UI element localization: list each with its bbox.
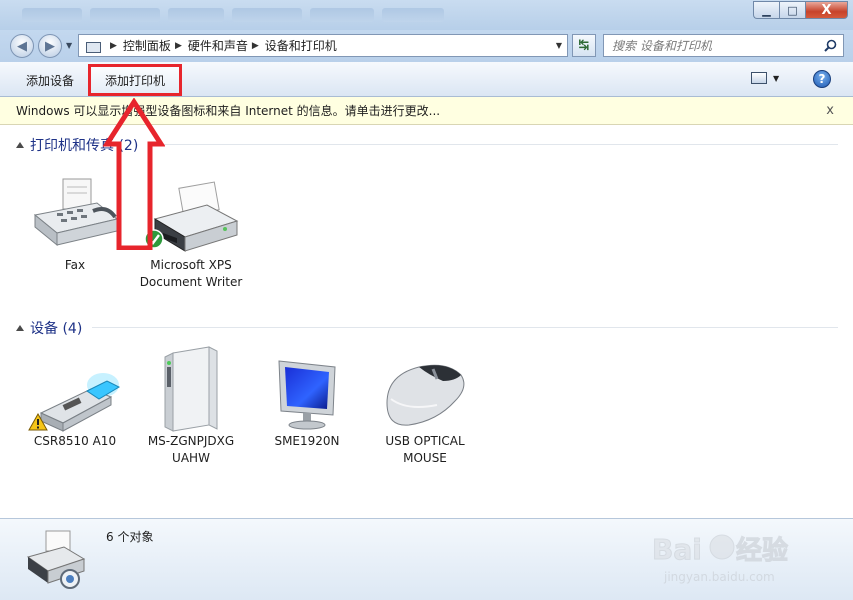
chevron-right-icon[interactable]: ▶ [110,41,117,51]
collapse-triangle-icon[interactable] [16,142,24,148]
svg-text:Bai: Bai [652,533,702,566]
breadcrumb-devices-printers[interactable]: 设备和打印机 [265,37,337,54]
forward-button[interactable]: ▶ [38,34,62,58]
control-panel-icon [85,39,101,53]
device-label: Fax [64,258,86,272]
taskbar-ghost [22,8,482,24]
search-icon[interactable] [824,39,837,52]
address-dropdown-icon[interactable]: ▼ [556,41,562,50]
group-header-devices[interactable]: 设备 (4) [16,318,82,338]
breadcrumb-control-panel[interactable]: 控制面板 [123,37,171,54]
help-button[interactable]: ? [813,70,831,88]
warning-icon [28,413,48,431]
minimize-button[interactable]: ▁ [753,1,779,19]
chevron-down-icon: ▼ [773,73,780,83]
search-input[interactable] [612,38,817,53]
add-printer-button[interactable]: 添加打印机 [88,64,183,96]
device-item-csr8510[interactable]: CSR8510 A10 [20,351,130,450]
chevron-right-icon[interactable]: ▶ [175,41,182,51]
details-printer-icon [26,530,86,589]
device-label: SME1920N [274,434,340,448]
details-pane: 6 个对象 Bai 经验 jingyan.baidu.com [0,518,853,600]
close-icon[interactable]: x [826,103,834,118]
view-icon [751,72,767,84]
mouse-icon [386,364,465,426]
device-item-computer[interactable]: MS-ZGNPJDXG UAHW [136,345,246,467]
group-divider [150,144,838,145]
recent-pages-dropdown[interactable]: ▼ [66,41,72,50]
device-label: MS-ZGNPJDXG UAHW [147,434,235,465]
group-title: 打印机和传真 (2) [30,138,139,154]
breadcrumb-hardware-sound[interactable]: 硬件和声音 [188,37,248,54]
default-checkmark-icon [144,229,164,249]
device-label: CSR8510 A10 [33,434,117,448]
back-arrow-icon: ◀ [17,38,27,54]
fax-icon [33,178,119,247]
title-bar: ▁ □ X [0,0,853,30]
device-item-fax[interactable]: Fax [20,175,130,274]
address-bar[interactable]: ▶ 控制面板 ▶ 硬件和声音 ▶ 设备和打印机 ▼ [78,34,568,57]
navigation-bar: ◀ ▶ ▼ ▶ 控制面板 ▶ 硬件和声音 ▶ 设备和打印机 ▼ ↹ [0,30,853,62]
refresh-icon: ↹ [578,38,590,53]
device-item-xps-writer[interactable]: Microsoft XPS Document Writer [136,175,246,291]
maximize-button[interactable]: □ [779,1,805,19]
group-title: 设备 (4) [30,321,83,337]
change-view-button[interactable]: ▼ [751,72,779,84]
info-bar-message[interactable]: Windows 可以显示增强型设备图标和来自 Internet 的信息。请单击进… [16,102,440,119]
collapse-triangle-icon[interactable] [16,325,24,331]
baidu-watermark-logo: Bai 经验 jingyan.baidu.com [652,533,789,585]
command-bar: 添加设备 添加打印机 ▼ ? [0,62,853,97]
device-label: Microsoft XPS Document Writer [139,258,243,289]
svg-text:jingyan.baidu.com: jingyan.baidu.com [663,570,775,584]
add-device-button[interactable]: 添加设备 [20,70,80,90]
chevron-right-icon[interactable]: ▶ [252,41,259,51]
device-item-mouse[interactable]: USB OPTICAL MOUSE [370,351,480,467]
device-item-monitor[interactable]: SME1920N [252,351,362,450]
window-controls: ▁ □ X [753,1,848,19]
search-box [603,34,844,57]
monitor-icon [278,360,336,430]
device-label: USB OPTICAL MOUSE [385,434,465,465]
refresh-button[interactable]: ↹ [572,34,596,57]
item-count: 6 个对象 [106,530,154,544]
device-list: 打印机和传真 (2) Fax Microsoft XPS Document Wr… [0,125,853,518]
group-header-printers[interactable]: 打印机和传真 (2) [16,135,138,155]
close-button[interactable]: X [805,1,848,19]
forward-arrow-icon: ▶ [45,38,55,54]
computer-tower-icon [164,346,218,432]
svg-text:经验: 经验 [736,535,788,566]
group-divider [92,327,838,328]
info-bar[interactable]: Windows 可以显示增强型设备图标和来自 Internet 的信息。请单击进… [0,97,853,125]
back-button[interactable]: ◀ [10,34,34,58]
